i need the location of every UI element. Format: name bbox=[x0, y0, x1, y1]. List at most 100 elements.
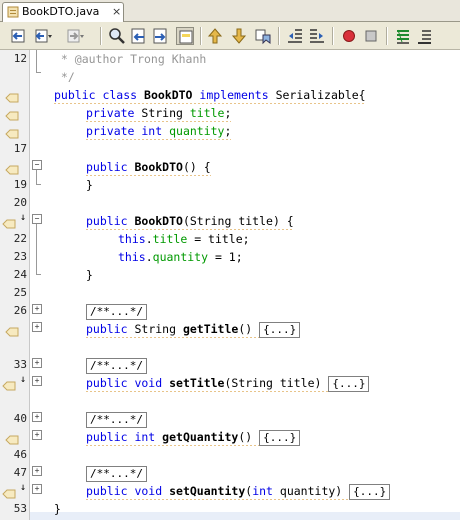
code-line: public int getQuantity() {...} bbox=[86, 428, 301, 446]
hint-bulb-icon[interactable] bbox=[5, 160, 19, 175]
hint-bulb-icon[interactable] bbox=[5, 430, 19, 445]
close-tab-icon[interactable]: × bbox=[112, 3, 121, 21]
line-number: 53 bbox=[13, 502, 27, 515]
fold-guide bbox=[36, 50, 37, 72]
code-line: public void setQuantity(int quantity) {.… bbox=[86, 482, 391, 500]
fold-guide-end bbox=[36, 72, 41, 73]
field-name: quantity bbox=[152, 250, 209, 264]
keyword: this bbox=[118, 232, 146, 246]
folded-javadoc[interactable]: /**...*/ bbox=[86, 411, 147, 428]
fold-collapse-icon[interactable]: − bbox=[32, 214, 42, 224]
code-line: * @author Trong Khanh bbox=[54, 50, 206, 68]
shift-left-icon[interactable] bbox=[286, 27, 304, 45]
previous-bookmark-icon[interactable] bbox=[206, 27, 224, 45]
toggle-bookmark-icon[interactable] bbox=[254, 27, 272, 45]
method-name: BookDTO bbox=[134, 160, 183, 174]
editor-tab-bar: BookDTO.java × bbox=[0, 0, 460, 22]
find-icon[interactable] bbox=[108, 27, 126, 45]
code-line: this.quantity = 1; bbox=[118, 248, 243, 266]
line-number: 47 bbox=[13, 466, 27, 479]
tab-label: BookDTO.java bbox=[22, 5, 100, 18]
stop-macro-icon[interactable] bbox=[362, 27, 380, 45]
override-arrow-icon[interactable]: ↓ bbox=[20, 213, 26, 223]
code-line: */ bbox=[54, 68, 75, 86]
fold-expand-icon[interactable]: + bbox=[32, 412, 42, 422]
toolbar-separator bbox=[386, 27, 388, 45]
override-arrow-icon[interactable]: ↓ bbox=[20, 375, 26, 385]
hint-bulb-icon[interactable] bbox=[5, 124, 19, 139]
history-forward-icon[interactable] bbox=[66, 27, 84, 45]
line-number: 24 bbox=[13, 268, 27, 281]
line-number: 46 bbox=[13, 448, 27, 461]
keyword: public void bbox=[86, 484, 170, 498]
line-number: 22 bbox=[13, 232, 27, 245]
override-arrow-icon[interactable]: ↓ bbox=[20, 483, 26, 493]
fold-expand-icon[interactable]: + bbox=[32, 322, 42, 332]
code-line: public BookDTO() { bbox=[86, 158, 211, 176]
code-line: public BookDTO(String title) { bbox=[86, 212, 294, 230]
uncomment-icon[interactable] bbox=[416, 27, 434, 45]
tab-bookdto-java[interactable]: BookDTO.java × bbox=[2, 2, 124, 22]
field-name: quantity bbox=[169, 124, 225, 138]
method-name: setTitle bbox=[169, 376, 225, 390]
code-line: private String title; bbox=[86, 104, 232, 122]
folded-javadoc[interactable]: /**...*/ bbox=[86, 303, 147, 320]
toggle-highlight-icon[interactable] bbox=[176, 27, 194, 45]
code-text: = 1; bbox=[208, 250, 243, 264]
line-number: 33 bbox=[13, 358, 27, 371]
code-line: public class BookDTO implements Serializ… bbox=[54, 86, 366, 104]
line-number: 12 bbox=[13, 52, 27, 65]
keyword: public bbox=[86, 160, 135, 174]
method-name: getTitle bbox=[182, 322, 239, 336]
folded-javadoc[interactable]: /**...*/ bbox=[86, 465, 147, 482]
fold-expand-icon[interactable]: + bbox=[32, 358, 42, 368]
hint-bulb-icon[interactable] bbox=[2, 484, 16, 499]
fold-expand-icon[interactable]: + bbox=[32, 484, 42, 494]
history-back-icon[interactable] bbox=[34, 27, 52, 45]
code-line: /**...*/ bbox=[86, 410, 147, 428]
code-editor[interactable]: * @author Trong Khanh */ public class Bo… bbox=[46, 50, 460, 520]
folded-method-body[interactable]: {...} bbox=[259, 321, 301, 338]
line-number-gutter[interactable]: 12 17 19 20 22 23 24 25 26 33 40 46 47 5… bbox=[0, 50, 30, 520]
java-file-icon bbox=[7, 6, 19, 18]
find-next-icon[interactable] bbox=[152, 27, 170, 45]
start-macro-icon[interactable] bbox=[340, 27, 358, 45]
folded-method-body[interactable]: {...} bbox=[349, 483, 391, 500]
code-line: /**...*/ bbox=[86, 464, 147, 482]
editor-toolbar bbox=[0, 22, 460, 50]
hint-bulb-icon[interactable] bbox=[2, 214, 16, 229]
line-number: 25 bbox=[13, 286, 27, 299]
keyword: private int bbox=[86, 124, 170, 138]
folded-method-body[interactable]: {...} bbox=[328, 375, 370, 392]
code-line: private int quantity; bbox=[86, 122, 232, 140]
fold-expand-icon[interactable]: + bbox=[32, 430, 42, 440]
shift-right-icon[interactable] bbox=[308, 27, 326, 45]
code-text: . bbox=[145, 232, 153, 246]
code-text: () { bbox=[182, 160, 211, 174]
fold-expand-icon[interactable]: + bbox=[32, 376, 42, 386]
keyword: public bbox=[86, 322, 135, 336]
toolbar-separator bbox=[200, 27, 202, 45]
folded-javadoc[interactable]: /**...*/ bbox=[86, 357, 147, 374]
folded-method-body[interactable]: {...} bbox=[259, 429, 301, 446]
find-previous-icon[interactable] bbox=[130, 27, 148, 45]
keyword: public void bbox=[86, 376, 170, 390]
comment-icon[interactable] bbox=[394, 27, 412, 45]
fold-collapse-icon[interactable]: − bbox=[32, 160, 42, 170]
line-number: 23 bbox=[13, 250, 27, 263]
code-line: } bbox=[86, 266, 93, 284]
next-bookmark-icon[interactable] bbox=[230, 27, 248, 45]
javadoc-author: * @author Trong Khanh bbox=[54, 52, 207, 66]
fold-expand-icon[interactable]: + bbox=[32, 304, 42, 314]
code-text: quantity) bbox=[272, 484, 350, 498]
fold-expand-icon[interactable]: + bbox=[32, 466, 42, 476]
keyword: private bbox=[86, 106, 142, 120]
fold-guide-end bbox=[36, 274, 41, 275]
hint-bulb-icon[interactable] bbox=[2, 376, 16, 391]
back-icon[interactable] bbox=[10, 27, 28, 45]
hint-bulb-icon[interactable] bbox=[5, 322, 19, 337]
code-line: /**...*/ bbox=[86, 356, 147, 374]
hint-bulb-icon[interactable] bbox=[5, 106, 19, 121]
code-text: (String title) { bbox=[182, 214, 294, 228]
hint-bulb-icon[interactable] bbox=[5, 88, 19, 103]
